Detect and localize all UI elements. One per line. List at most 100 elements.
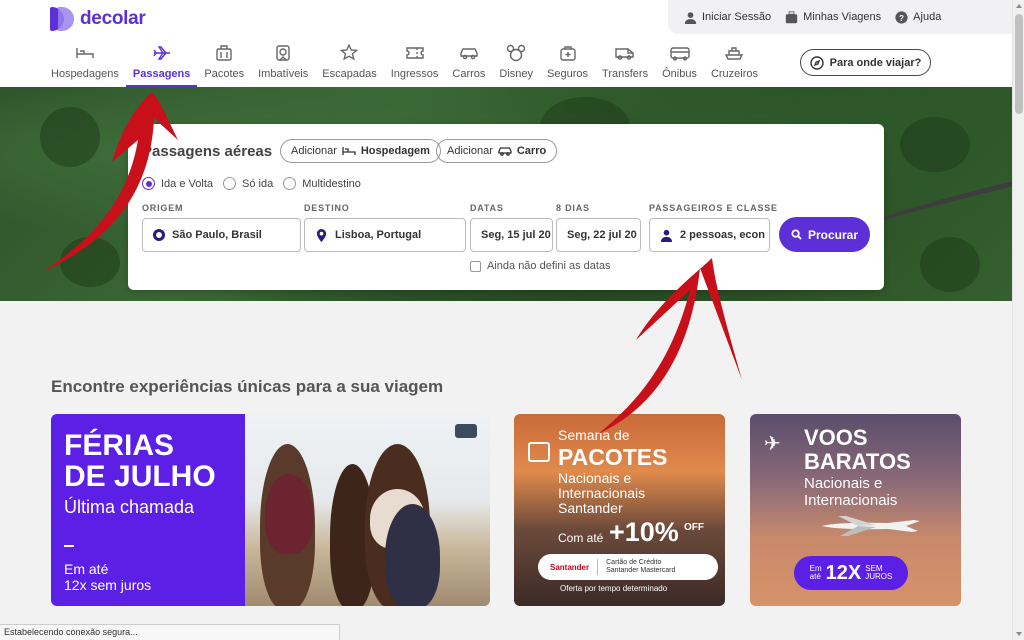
nav-label: Disney — [499, 68, 534, 80]
trip-type-round[interactable]: Ida e Volta — [142, 177, 213, 190]
van-icon — [615, 48, 634, 60]
origin-field[interactable]: São Paulo, Brasil — [142, 218, 301, 252]
nav-disney[interactable]: Disney — [492, 40, 540, 88]
radio-label: Ida e Volta — [161, 177, 213, 190]
badge-separator — [597, 559, 599, 575]
shield-bag-icon — [559, 46, 576, 61]
radio-dot — [223, 177, 236, 190]
promo-card-ferias-julho[interactable]: FÉRIAS DE JULHO Última chamada Em até 12… — [51, 414, 490, 606]
nav-label: Escapadas — [322, 68, 377, 80]
badge-prefix: Em até — [810, 565, 822, 581]
nav-escapadas[interactable]: Escapadas — [315, 40, 383, 88]
help-link[interactable]: ? Ajuda — [895, 10, 942, 24]
departure-date-field[interactable]: Seg, 15 jul 20 — [470, 218, 553, 252]
radio-dot — [142, 177, 155, 190]
badge-suffix-line2: JUROS — [865, 572, 893, 581]
passengers-field[interactable]: 2 pessoas, econ — [649, 218, 770, 252]
nav-label: Ingressos — [390, 68, 439, 80]
add-hotel-button[interactable]: Adicionar Hospedagem — [280, 139, 441, 163]
destination-field[interactable]: Lisboa, Portugal — [304, 218, 466, 252]
nav-label: Ônibus — [662, 68, 697, 80]
nav-carros[interactable]: Carros — [445, 40, 492, 88]
decolar-logo[interactable]: decolar — [50, 7, 146, 31]
promo-headline: PACOTES — [558, 444, 668, 470]
scroll-up-icon[interactable] — [1016, 4, 1022, 8]
svg-text:?: ? — [899, 13, 904, 22]
where-to-travel-label: Para onde viajar? — [829, 56, 922, 69]
promo-offer-line1: Em até — [64, 561, 109, 577]
add-hotel-prefix: Adicionar — [291, 145, 337, 157]
promo-headline-line2: BARATOS — [804, 449, 911, 474]
nav-pacotes[interactable]: Pacotes — [197, 40, 251, 88]
search-button[interactable]: Procurar — [779, 217, 870, 252]
promo-subtitle: Nacionais e Internacionais Santander — [558, 471, 645, 516]
scrollbar-thumb[interactable] — [1015, 14, 1023, 114]
help-label: Ajuda — [913, 11, 942, 23]
promo-card-text-panel: FÉRIAS DE JULHO Última chamada Em até 12… — [51, 414, 245, 606]
header: decolar Iniciar Sessão Minhas Viagens ? … — [0, 0, 1012, 88]
star-plane-icon — [340, 44, 359, 61]
undefined-dates-label: Ainda não defini as datas — [487, 260, 611, 272]
car-icon — [498, 147, 512, 156]
suitcase-icon — [528, 442, 550, 462]
departure-date-value: Seg, 15 jul 20 — [481, 229, 551, 241]
nav-label: Imbatíveis — [258, 68, 309, 80]
my-trips-link[interactable]: Minhas Viagens — [785, 10, 881, 24]
origin-label: ORIGEM — [142, 203, 184, 213]
return-date-field[interactable]: Seg, 22 jul 20 — [556, 218, 641, 252]
return-date-value: Seg, 22 jul 20 — [567, 229, 637, 241]
promo-headline: FÉRIAS DE JULHO — [64, 430, 216, 492]
bed-icon — [76, 48, 94, 58]
nav-hospedagens[interactable]: Hospedagens — [44, 40, 126, 88]
experiences-title: Encontre experiências únicas para a sua … — [51, 377, 444, 396]
search-title: Passagens aéreas — [142, 143, 273, 160]
promo-headline-line1: VOOS — [804, 425, 868, 450]
luggage-icon — [216, 45, 232, 61]
login-link[interactable]: Iniciar Sessão — [684, 11, 771, 24]
nav-label: Transfers — [602, 68, 649, 80]
compass-icon — [809, 55, 824, 70]
promo-subtitle-line2: Internacionais — [804, 492, 898, 509]
search-icon — [791, 229, 802, 240]
promo-off: OFF — [684, 522, 704, 533]
bus-icon — [669, 47, 690, 61]
add-car-prefix: Adicionar — [447, 145, 493, 157]
promo-subtitle-line1: Nacionais e — [804, 475, 883, 492]
nav-passagens[interactable]: Passagens — [125, 40, 198, 88]
nav-transfers[interactable]: Transfers — [595, 40, 655, 88]
promo-disclaimer: Oferta por tempo determinado — [560, 584, 668, 593]
promo-card-semana-pacotes[interactable]: Semana de PACOTES Nacionais e Internacio… — [514, 414, 725, 606]
suitcase-icon — [785, 10, 798, 23]
car-icon — [460, 48, 478, 60]
badge-suffix: SEM JUROS — [865, 565, 892, 581]
nav-imbativeis[interactable]: Imbatíveis — [251, 40, 315, 88]
promo-card-voos-baratos[interactable]: ✈ VOOS BARATOS Nacionais e Internacionai… — [750, 414, 961, 606]
nav-seguros[interactable]: Seguros — [540, 40, 595, 88]
vertical-scrollbar[interactable] — [1012, 0, 1024, 640]
trip-type-oneway[interactable]: Só ida — [223, 177, 273, 190]
family-selfie-photo — [245, 414, 490, 606]
radio-label: Só ida — [242, 177, 274, 190]
destination-label: DESTINO — [304, 203, 350, 213]
santander-badge: Santander Cartão de Crédito Santander Ma… — [538, 554, 718, 580]
trip-type-multi[interactable]: Multidestino — [283, 177, 361, 190]
dates-label: DATAS — [470, 203, 504, 213]
card-description-line1: Cartão de Crédito — [606, 559, 662, 566]
undefined-dates-checkbox[interactable]: Ainda não defini as datas — [470, 260, 611, 272]
scroll-down-icon[interactable] — [1016, 632, 1022, 636]
installments-badge: Em até 12X SEM JUROS — [794, 556, 908, 590]
help-icon: ? — [895, 10, 908, 24]
nav-cruzeiros[interactable]: Cruzeiros — [704, 40, 765, 88]
plane-icon — [153, 46, 170, 60]
promo-headline-line1: FÉRIAS — [64, 429, 175, 462]
nav-ingressos[interactable]: Ingressos — [384, 40, 446, 88]
destination-value: Lisboa, Portugal — [335, 229, 422, 241]
add-car-button[interactable]: Adicionar Carro — [436, 139, 558, 163]
where-to-travel-button[interactable]: Para onde viajar? — [800, 49, 931, 76]
nav-onibus[interactable]: Ônibus — [655, 40, 704, 88]
browser-status-bar: Estabelecendo conexão segura... — [0, 624, 340, 640]
nav-label: Passagens — [132, 68, 191, 80]
badge-main: 12X — [825, 561, 862, 584]
promo-subtitle-line2: Internacionais — [558, 485, 646, 501]
promo-subtitle: Última chamada — [64, 497, 195, 517]
